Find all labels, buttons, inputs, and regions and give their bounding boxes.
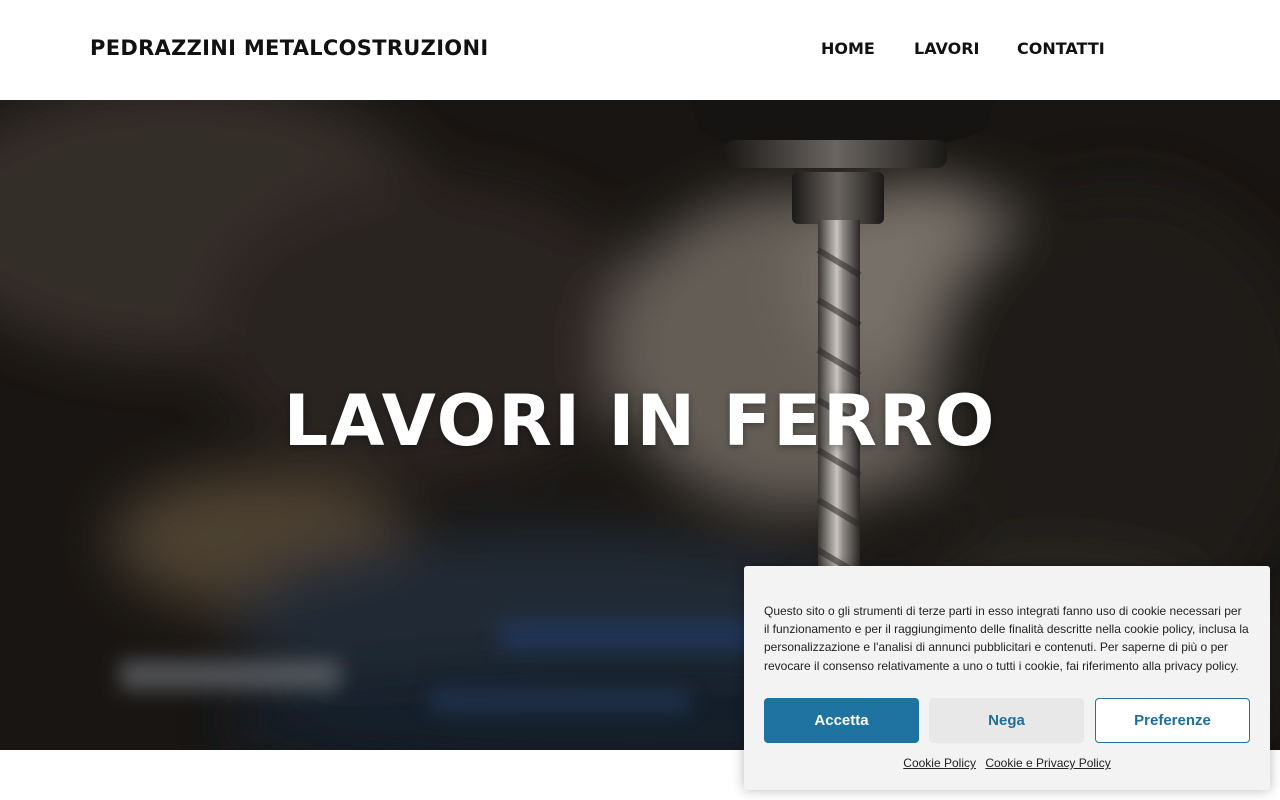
- cookie-preferences-button[interactable]: Preferenze: [1095, 698, 1250, 743]
- accept-cookies-button[interactable]: Accetta: [764, 698, 919, 743]
- hero-title: LAVORI IN FERRO: [283, 380, 997, 462]
- nav-item-home[interactable]: HOME: [821, 39, 875, 58]
- site-header: PEDRAZZINI METALCOSTRUZIONI HOME LAVORI …: [0, 0, 1280, 100]
- nav-item-lavori[interactable]: LAVORI: [914, 39, 979, 58]
- cookie-links: Cookie Policy Cookie e Privacy Policy: [744, 756, 1270, 770]
- privacy-policy-link[interactable]: Cookie e Privacy Policy: [985, 756, 1110, 770]
- cookie-policy-link[interactable]: Cookie Policy: [903, 756, 976, 770]
- deny-cookies-button[interactable]: Nega: [929, 698, 1084, 743]
- cookie-banner: Questo sito o gli strumenti di terze par…: [744, 566, 1270, 790]
- main-nav: HOME LAVORI CONTATTI: [0, 39, 1280, 63]
- nav-item-contatti[interactable]: CONTATTI: [1017, 39, 1105, 58]
- cookie-message: Questo sito o gli strumenti di terze par…: [764, 604, 1249, 673]
